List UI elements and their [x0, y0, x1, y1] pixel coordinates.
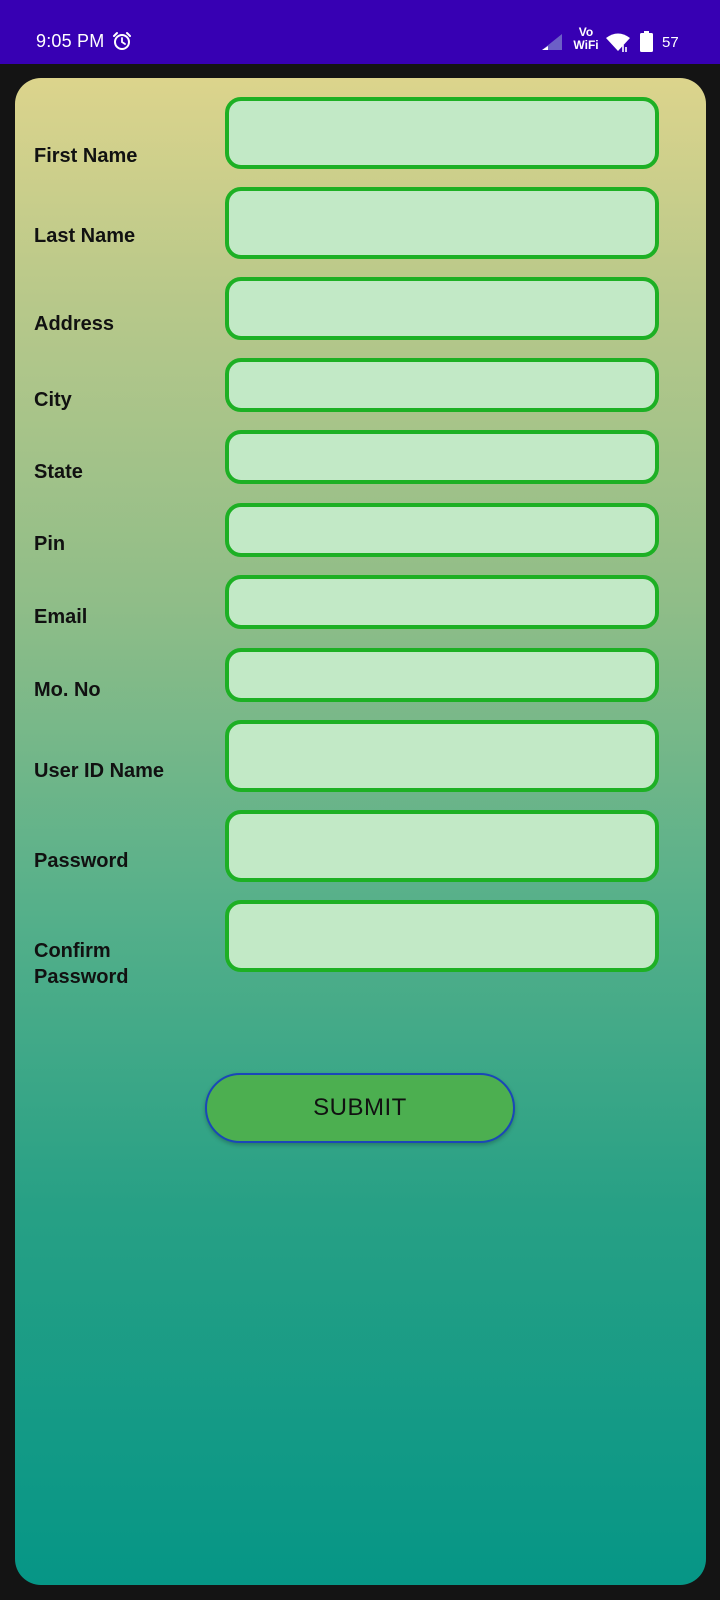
state-label: State: [34, 461, 83, 483]
last-name-label: Last Name: [34, 225, 136, 247]
password-label: Password: [34, 850, 129, 872]
vowifi-indicator: Vo WiFi: [570, 26, 602, 52]
mobile-input[interactable]: [225, 648, 659, 702]
state-input[interactable]: [225, 430, 659, 484]
pin-label: Pin: [34, 533, 66, 555]
first-name-label: First Name: [34, 145, 138, 167]
user-id-input[interactable]: [225, 720, 659, 792]
city-input[interactable]: [225, 358, 659, 412]
status-bar: 9:05 PM Vo WiFi 57: [0, 0, 720, 64]
email-input[interactable]: [225, 575, 659, 629]
first-name-input[interactable]: [225, 97, 659, 169]
confirm-password-input[interactable]: [225, 900, 659, 972]
confirm-password-label: Confirm Password: [34, 940, 129, 988]
email-label: Email: [34, 606, 88, 628]
status-time: 9:05 PM: [36, 31, 105, 51]
battery-icon: [640, 31, 653, 52]
submit-button[interactable]: SUBMIT: [205, 1073, 515, 1143]
signal-icon: [542, 34, 562, 50]
pin-input[interactable]: [225, 503, 659, 557]
vowifi-bottom-text: WiFi: [573, 38, 599, 52]
mobile-label: Mo. No: [34, 679, 101, 701]
alarm-icon: [113, 32, 131, 50]
password-input[interactable]: [225, 810, 659, 882]
address-label: Address: [34, 313, 115, 335]
user-id-label: User ID Name: [34, 760, 165, 782]
last-name-input[interactable]: [225, 187, 659, 259]
address-input[interactable]: [225, 277, 659, 340]
registration-form: First Name Last Name Address City State …: [15, 78, 706, 1585]
city-label: City: [34, 389, 72, 411]
wifi-icon: [606, 33, 630, 52]
battery-level: 57: [662, 34, 679, 51]
